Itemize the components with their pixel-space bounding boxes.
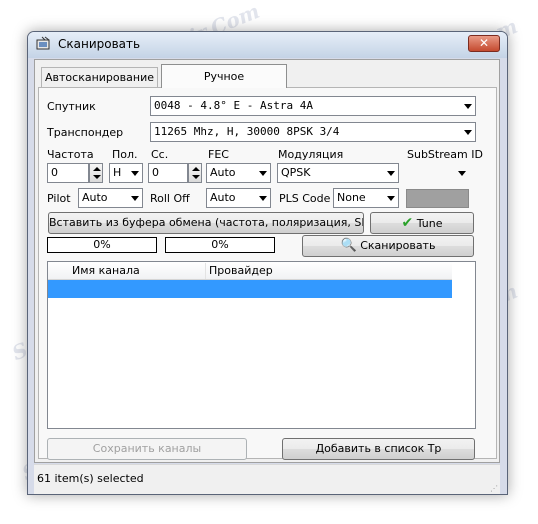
selected-row[interactable] [48, 280, 452, 298]
spin-down-icon [93, 175, 101, 179]
fec-label: FEC [208, 148, 229, 161]
frequency-spinner[interactable] [89, 163, 103, 183]
progress-2-text: 0% [211, 238, 229, 251]
transponder-select[interactable]: 11265 Mhz, H, 30000 8PSK 3/4 [150, 122, 476, 142]
satellite-select[interactable]: 0048 - 4.8° E - Astra 4A [150, 96, 476, 116]
chevron-down-icon [458, 171, 466, 176]
frequency-label: Частота [47, 148, 94, 161]
column-divider[interactable] [205, 263, 206, 279]
column-provider[interactable]: Провайдер [209, 264, 273, 277]
pilot-label: Pilot [47, 192, 71, 205]
pls-color-swatch [406, 189, 469, 208]
substream-select[interactable] [406, 163, 470, 183]
add-to-tp-list-button[interactable]: Добавить в список Тр [282, 438, 475, 460]
scan-label: Сканировать [360, 239, 436, 252]
rolloff-label: Roll Off [150, 192, 190, 205]
plscode-label: PLS Code [279, 192, 331, 205]
rolloff-select[interactable]: Auto [206, 188, 271, 208]
modulation-label: Модуляция [278, 148, 344, 161]
tune-label: Tune [416, 217, 443, 230]
spin-up-icon [192, 167, 200, 171]
tune-button[interactable]: ✔ Tune [370, 212, 474, 234]
pilot-value: Auto [82, 191, 108, 204]
fec-select[interactable]: Auto [206, 163, 271, 183]
rolloff-value: Auto [210, 191, 236, 204]
plscode-select[interactable]: None [333, 188, 399, 208]
chevron-down-icon [259, 171, 267, 176]
satellite-label: Спутник [47, 100, 96, 113]
progress-bar-1: 0% [47, 237, 157, 253]
checkmark-icon: ✔ [401, 215, 414, 231]
chevron-down-icon [131, 196, 139, 201]
chevron-down-icon [387, 196, 395, 201]
substream-label: SubStream ID [407, 148, 483, 161]
resize-grip-icon[interactable]: ⋰ [490, 484, 498, 493]
polarization-select[interactable]: H [109, 163, 143, 183]
status-text: 61 item(s) selected [37, 472, 144, 485]
close-button[interactable]: ✕ [468, 35, 500, 52]
progress-bar-2: 0% [165, 237, 275, 253]
pilot-select[interactable]: Auto [78, 188, 143, 208]
symbol-rate-input[interactable]: 0 [148, 163, 188, 183]
magnifier-icon: 🔍 [340, 238, 357, 253]
chevron-down-icon [131, 171, 139, 176]
modulation-value: QPSK [281, 166, 311, 179]
frequency-input[interactable]: 0 [47, 163, 89, 183]
tab-autoscan[interactable]: Автосканирование [41, 67, 158, 87]
modulation-select[interactable]: QPSK [277, 163, 399, 183]
app-icon [36, 36, 53, 52]
spin-up-icon [93, 167, 101, 171]
transponder-value: 11265 Mhz, H, 30000 8PSK 3/4 [154, 125, 340, 138]
plscode-value: None [337, 191, 366, 204]
list-scroll-area [452, 262, 475, 428]
tab-manual-scan[interactable]: Ручное сканирование [161, 64, 287, 107]
spin-down-icon [192, 175, 200, 179]
symbol-rate-label: Сс. [151, 148, 169, 161]
chevron-down-icon [259, 196, 267, 201]
paste-clipboard-button[interactable]: Вставить из буфера обмена (частота, поля… [48, 212, 364, 234]
scan-button[interactable]: 🔍 Сканировать [302, 235, 474, 257]
window-title: Сканировать [58, 37, 141, 51]
column-channel-name[interactable]: Имя канала [72, 264, 140, 277]
close-icon: ✕ [478, 36, 490, 50]
chevron-down-icon [464, 130, 472, 135]
polarization-label: Пол. [112, 148, 138, 161]
transponder-label: Транспондер [47, 126, 124, 139]
satellite-value: 0048 - 4.8° E - Astra 4A [154, 99, 313, 112]
polarization-value: H [113, 166, 122, 179]
symbol-rate-spinner[interactable] [188, 163, 202, 183]
fec-value: Auto [210, 166, 236, 179]
save-channels-button[interactable]: Сохранить каналы [47, 438, 247, 460]
progress-1-text: 0% [93, 238, 111, 251]
chevron-down-icon [464, 104, 472, 109]
chevron-down-icon [387, 171, 395, 176]
